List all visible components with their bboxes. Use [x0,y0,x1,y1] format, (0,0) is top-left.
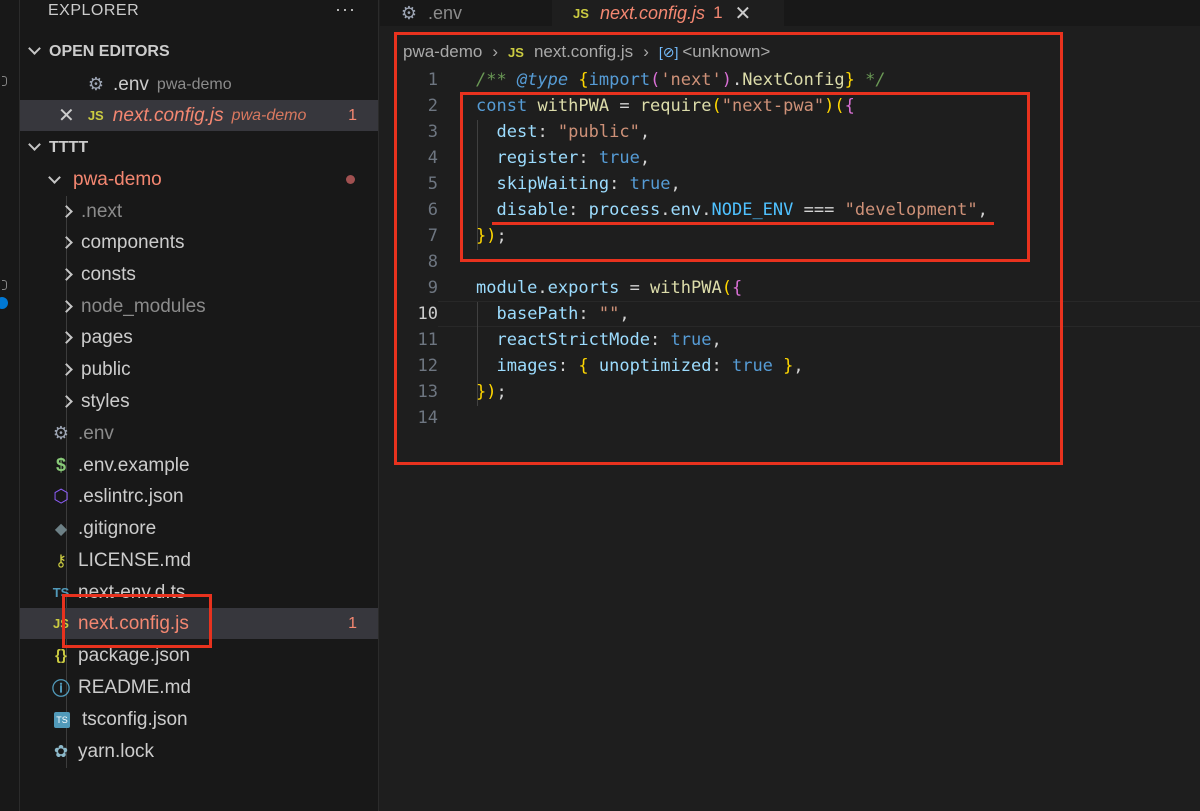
annotation-box-file [62,594,212,648]
chevron-down-icon [28,42,41,55]
git-icon: ◆ [54,520,68,538]
chevron-right-icon [60,205,73,218]
open-editor-item-env[interactable]: ⚙ .env pwa-demo [20,69,378,100]
chevron-right-icon [60,236,73,249]
gear-icon: ⚙ [87,74,105,94]
activity-bar [0,0,20,811]
chevron-right-icon [60,300,73,313]
problem-count-badge: 1 [348,614,357,632]
tab-env[interactable]: ⚙ .env [380,0,552,26]
js-icon: JS [87,108,104,123]
activity-icon-fragment[interactable] [2,76,7,86]
folder-pages[interactable]: pages [20,322,378,353]
annotation-underline [492,222,994,225]
problem-count-badge: 1 [713,3,723,22]
folder-consts[interactable]: consts [20,259,378,290]
ellipsis-icon[interactable]: ··· [335,0,356,20]
yarn-icon: ✿ [53,741,69,761]
modified-dot [346,175,355,184]
file-eslintrc[interactable]: ⬡ .eslintrc.json [20,481,378,512]
open-editors-header[interactable]: OPEN EDITORS [28,42,170,61]
activity-badge [0,297,8,309]
tab-next-config[interactable]: JS next.config.js 1 ✕ [552,0,784,26]
eslint-icon: ⬡ [53,486,69,506]
tsconfig-icon: TS [54,711,70,728]
file-env[interactable]: ⚙ .env [20,418,378,449]
chevron-down-icon [48,171,61,184]
folder-components[interactable]: components [20,227,378,258]
file-readme[interactable]: ⓘ README.md [20,672,378,703]
json-icon: {} [55,647,67,664]
js-icon: JS [573,5,589,21]
chevron-right-icon [60,268,73,281]
folder-node-modules[interactable]: node_modules [20,291,378,322]
folder-public[interactable]: public [20,354,378,385]
folder-styles[interactable]: styles [20,386,378,417]
folder-pwa-demo[interactable]: pwa-demo [20,164,378,195]
close-icon[interactable]: ✕ [58,103,75,128]
folder-next[interactable]: .next [20,196,378,227]
chevron-down-icon [28,138,41,151]
file-env-example[interactable]: $ .env.example [20,450,378,481]
gear-icon: ⚙ [400,2,418,23]
dollar-icon: $ [55,455,66,475]
file-license[interactable]: ⚷ LICENSE.md [20,545,378,576]
close-icon[interactable]: ✕ [735,1,752,26]
annotation-box-withpwa [460,92,1030,262]
workspace-header[interactable]: TTTT [28,138,88,157]
file-tsconfig[interactable]: TS tsconfig.json [20,704,378,735]
explorer-title: EXPLORER [48,2,140,19]
file-yarn-lock[interactable]: ✿ yarn.lock [20,736,378,767]
activity-icon-fragment[interactable] [2,280,7,290]
problem-count-badge: 1 [348,106,357,124]
file-gitignore[interactable]: ◆ .gitignore [20,513,378,544]
info-icon: ⓘ [52,678,70,699]
chevron-right-icon [60,395,73,408]
open-editor-item-next-config[interactable]: ✕ JS next.config.js pwa-demo 1 [20,100,378,131]
explorer-sidebar: EXPLORER ··· OPEN EDITORS ⚙ .env pwa-dem… [20,0,379,811]
gear-icon: ⚙ [52,423,70,443]
license-icon: ⚷ [55,552,67,570]
editor-tab-bar: ⚙ .env JS next.config.js 1 ✕ [380,0,1200,26]
chevron-right-icon [60,331,73,344]
chevron-right-icon [60,363,73,376]
